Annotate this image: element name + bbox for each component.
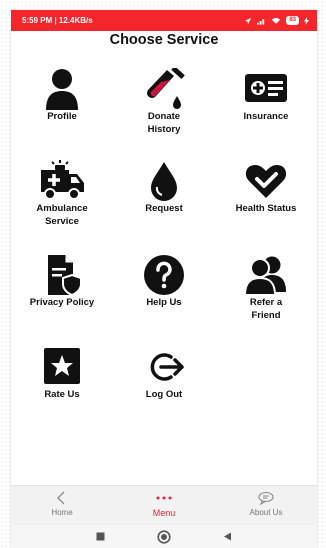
heart-check-icon [245,165,287,198]
test-tube-icon [147,68,185,109]
service-label: Donate History [147,111,181,135]
back-chevron-icon [57,491,65,505]
service-profile[interactable]: Profile [11,68,113,124]
blood-drop-icon [151,162,177,201]
battery-indicator: 83 [286,16,299,25]
service-label: Health Status [235,203,297,214]
service-ambulance[interactable]: Ambulance Service [11,160,113,228]
service-label: Privacy Policy [29,297,95,308]
page-title: Choose Service [109,32,219,48]
insurance-card-icon [245,74,287,102]
recent-apps-icon[interactable] [96,532,105,541]
location-icon [245,17,252,24]
service-refer-friend[interactable]: Refer a Friend [215,254,317,322]
service-label: Help Us [146,297,182,308]
service-label: Refer a Friend [249,297,283,321]
service-privacy-policy[interactable]: Privacy Policy [11,254,113,310]
person-icon [46,69,78,110]
star-icon [44,348,80,384]
ambulance-icon [41,160,84,200]
wifi-icon [272,17,281,24]
service-label: Insurance [243,111,289,122]
shield-document-icon [48,255,82,296]
service-label: Rate Us [44,389,80,400]
phone-screen: 5:59 PM | 12.4KB/s 83 Choose Service Pro… [11,10,317,548]
nav-label: About Us [249,508,283,517]
status-icons: 83 [244,16,309,25]
nav-about-us[interactable]: About Us [215,486,317,525]
service-label: Log Out [145,389,183,400]
status-time: 5:59 PM | 12.4KB/s [22,16,93,25]
service-request[interactable]: Request [113,160,215,216]
service-health-status[interactable]: Health Status [215,160,317,216]
status-bar: 5:59 PM | 12.4KB/s 83 [11,10,317,31]
bottom-nav: Home Menu About Us [11,485,317,525]
nav-home[interactable]: Home [11,486,113,525]
back-triangle-icon[interactable] [223,532,232,541]
service-insurance[interactable]: Insurance [215,68,317,124]
chat-bubble-icon [258,491,274,505]
service-label: Ambulance Service [36,203,88,227]
service-log-out[interactable]: Log Out [113,346,215,402]
nav-label: Home [51,508,73,517]
home-circle-icon[interactable] [157,529,171,544]
service-donate-history[interactable]: Donate History [113,68,215,136]
dots-icon [156,496,172,500]
system-nav-bar [11,525,317,548]
people-icon [243,256,286,296]
service-help-us[interactable]: Help Us [113,254,215,310]
signal-icon [257,18,265,25]
logout-icon [150,353,184,381]
nav-menu[interactable]: Menu [113,486,215,525]
charging-icon [304,16,309,25]
service-rate-us[interactable]: Rate Us [11,346,113,402]
service-label: Request [145,203,183,214]
nav-label: Menu [152,508,176,518]
service-label: Profile [47,111,77,122]
question-icon [144,255,184,295]
